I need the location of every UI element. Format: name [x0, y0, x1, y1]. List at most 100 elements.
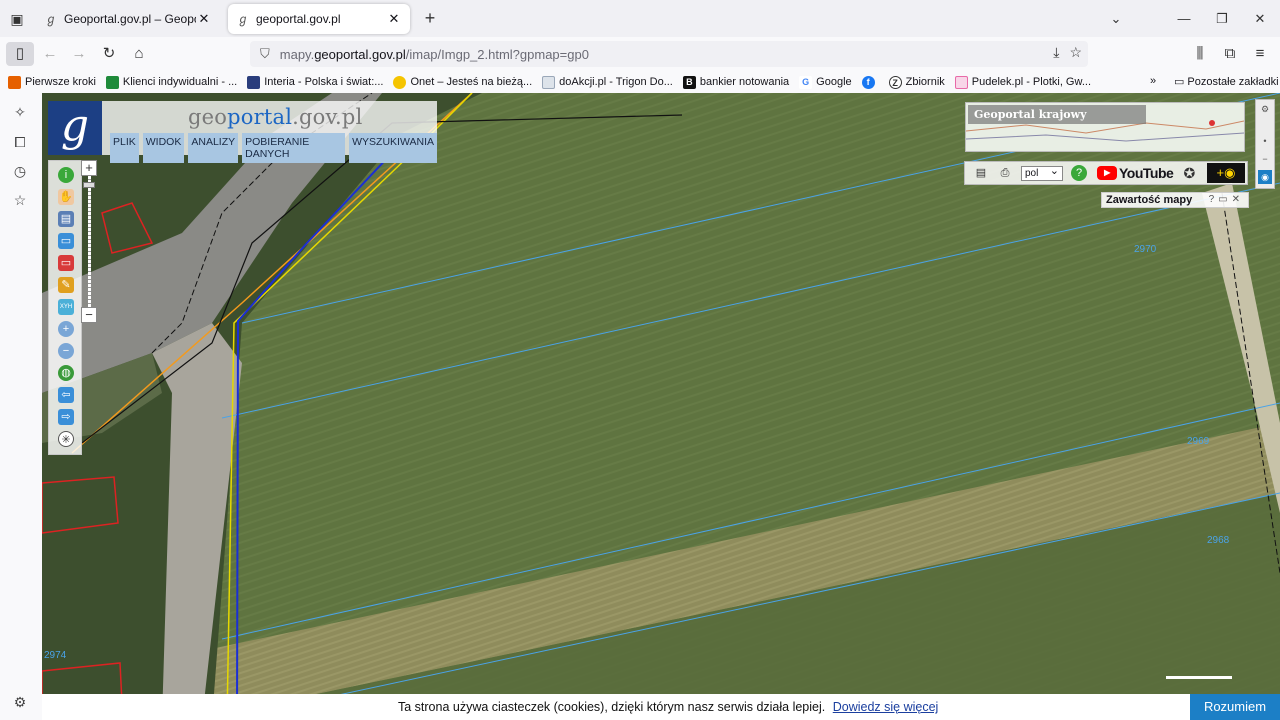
- sidebar-toggle-icon[interactable]: ▯: [6, 42, 34, 66]
- menu-widok[interactable]: WIDOK: [142, 133, 185, 163]
- dot-icon[interactable]: •: [1258, 134, 1272, 148]
- settings-icon[interactable]: ⚙: [1258, 102, 1272, 116]
- accessibility-icon[interactable]: ✪: [1181, 165, 1197, 181]
- bookmark-label: Klienci indywidualni - ...: [122, 76, 238, 88]
- panel-title: Zawartość mapy: [1106, 194, 1193, 206]
- tab-geoportal-map[interactable]: ℊ geoportal.gov.pl ✕: [228, 4, 410, 34]
- dash-icon[interactable]: −: [1258, 152, 1272, 166]
- globe-icon[interactable]: ◍: [58, 365, 74, 381]
- zoom-minus-button[interactable]: −: [81, 307, 97, 323]
- tab-geoportal-info[interactable]: ℊ Geoportal.gov.pl – Geoportal In ✕: [36, 4, 220, 34]
- forward-button[interactable]: →: [67, 42, 91, 66]
- bookmarks-icon[interactable]: ☆: [9, 189, 31, 211]
- overview-map[interactable]: Geoportal krajowy: [965, 102, 1245, 152]
- select-area-icon[interactable]: ▭: [58, 233, 74, 249]
- next-view-icon[interactable]: ⇨: [58, 409, 74, 425]
- bookmarks-toolbar: Pierwsze kroki Klienci indywidualni - ..…: [0, 71, 1280, 93]
- language-select[interactable]: pol: [1021, 165, 1063, 181]
- menu-plik[interactable]: PLIK: [110, 133, 139, 163]
- zoom-thumb[interactable]: [83, 182, 95, 188]
- zoom-slider[interactable]: + −: [81, 160, 99, 326]
- bookmark-label: bankier notowania: [699, 76, 790, 88]
- close-tab-icon[interactable]: ✕: [386, 11, 402, 27]
- bookmark-item[interactable]: doAkcji.pl - Trigon Do...: [542, 75, 673, 89]
- other-bookmarks-label: Pozostałe zakładki: [1187, 75, 1279, 88]
- map-viewport[interactable]: 2970 2969 2968 2974 g geoportal.gov.pl P…: [42, 93, 1280, 720]
- high-contrast-icon[interactable]: +◉: [1207, 163, 1245, 183]
- library-icon[interactable]: ⫼: [1188, 42, 1212, 66]
- bookmark-star-icon[interactable]: ☆: [1069, 44, 1082, 61]
- layers-list-icon[interactable]: ▤: [58, 211, 74, 227]
- history-icon[interactable]: ◷: [9, 160, 31, 182]
- more-bookmarks-icon[interactable]: »: [1150, 75, 1156, 87]
- download-page-icon[interactable]: ⤓: [1053, 44, 1059, 61]
- facebook-icon: f: [861, 75, 875, 89]
- cookie-learn-more-link[interactable]: Dowiedz się więcej: [833, 700, 939, 714]
- parcel-number-label: 2974: [44, 650, 67, 661]
- zoom-in-icon[interactable]: +: [58, 321, 74, 337]
- close-tab-icon[interactable]: ✕: [196, 11, 212, 27]
- zoom-out-icon[interactable]: −: [58, 343, 74, 359]
- panel-window-controls[interactable]: ?▭✕: [1209, 193, 1244, 207]
- map-contents-panel[interactable]: Zawartość mapy ?▭✕: [1101, 192, 1249, 208]
- bookmark-item[interactable]: Bbankier notowania: [682, 75, 790, 89]
- tab-list-icon[interactable]: ▣: [6, 8, 28, 30]
- pudelek-icon: [954, 75, 968, 89]
- menu-wyszukiwania[interactable]: WYSZUKIWANIA: [349, 133, 437, 163]
- other-bookmarks-folder[interactable]: ▭ Pozostałe zakładki: [1174, 75, 1279, 89]
- print-icon[interactable]: ⎙: [997, 165, 1013, 181]
- previous-view-icon[interactable]: ⇦: [58, 387, 74, 403]
- bookmark-item[interactable]: Pierwsze kroki: [8, 75, 96, 89]
- sidebar-settings-icon[interactable]: ⚙: [9, 691, 31, 713]
- bookmark-label: Pudelek.pl - Plotki, Gw...: [971, 76, 1091, 88]
- reload-button[interactable]: ↻: [97, 42, 121, 66]
- navigation-bar: ▯ ← → ↻ ⌂ ⛉ mapy. geoportal.gov.pl /imap…: [0, 37, 1280, 71]
- bookmark-label: Onet – Jesteś na bieżą...: [410, 76, 533, 88]
- zoom-plus-button[interactable]: +: [81, 160, 97, 176]
- url-path: /imap/Imgp_2.html?gpmap=gp0: [405, 46, 589, 62]
- cookie-message: Ta strona używa ciasteczek (cookies), dz…: [398, 700, 826, 714]
- pencil-icon[interactable]: ✎: [58, 277, 74, 293]
- maximize-button[interactable]: ❐: [1210, 8, 1234, 30]
- new-tab-button[interactable]: +: [418, 7, 442, 31]
- right-toolbar: ▤ ⎙ pol ? ▶ YouTube ✪ +◉: [964, 161, 1248, 185]
- tab-strip: ▣ ℊ Geoportal.gov.pl – Geoportal In ✕ ℊ …: [0, 0, 1280, 37]
- home-button[interactable]: ⌂: [127, 42, 151, 66]
- eye-view-icon[interactable]: ◉: [1258, 170, 1272, 184]
- zoom-track[interactable]: [88, 176, 91, 310]
- clear-selection-icon[interactable]: ▭: [58, 255, 74, 271]
- browser-sidebar: ✧ ⧠ ◷ ☆ ⚙: [0, 93, 42, 720]
- bookmark-item[interactable]: f: [861, 75, 879, 89]
- bookmark-item[interactable]: Klienci indywidualni - ...: [105, 75, 238, 89]
- menu-icon[interactable]: ≡: [1248, 42, 1272, 66]
- menu-analizy[interactable]: ANALIZY: [188, 133, 239, 163]
- title-part: geo: [188, 105, 228, 129]
- cookie-accept-button[interactable]: Rozumiem: [1190, 694, 1280, 720]
- synced-tabs-icon[interactable]: ⧠: [9, 131, 31, 153]
- info-icon[interactable]: i: [58, 167, 74, 183]
- ai-chatbot-icon[interactable]: ✧: [9, 101, 31, 123]
- bookmark-label: Google: [816, 76, 852, 88]
- extensions-icon[interactable]: ⧉: [1218, 42, 1242, 66]
- help-icon[interactable]: ?: [1071, 165, 1087, 181]
- bookmark-item[interactable]: Pudelek.pl - Plotki, Gw...: [954, 75, 1091, 89]
- minimize-button[interactable]: —: [1172, 8, 1196, 30]
- document-icon[interactable]: ▤: [973, 165, 989, 181]
- shield-icon: ⛉: [260, 46, 270, 61]
- cookie-text: Ta strona używa ciasteczek (cookies), dz…: [398, 700, 938, 714]
- close-window-button[interactable]: ✕: [1248, 8, 1272, 30]
- list-all-tabs-icon[interactable]: ⌄: [1104, 8, 1128, 30]
- bookmark-item[interactable]: Z Zbiornik: [888, 75, 945, 89]
- address-bar[interactable]: ⛉ mapy. geoportal.gov.pl /imap/Imgp_2.ht…: [250, 41, 1088, 67]
- youtube-link[interactable]: ▶ YouTube: [1097, 165, 1174, 181]
- xyh-coordinates-icon[interactable]: XYH: [58, 299, 74, 315]
- pan-hand-icon[interactable]: ✋: [58, 189, 74, 205]
- back-button[interactable]: ←: [38, 42, 62, 66]
- parcel-number-label: 2968: [1207, 535, 1230, 546]
- menu-pobieranie-danych[interactable]: POBIERANIE DANYCH: [242, 133, 346, 163]
- compass-icon[interactable]: ✳: [58, 431, 74, 447]
- bookmark-item[interactable]: Interia - Polska i świat:...: [247, 75, 383, 89]
- bookmark-item[interactable]: Onet – Jesteś na bieżą...: [393, 75, 533, 89]
- bookmark-item[interactable]: G Google: [799, 75, 852, 89]
- geoportal-logo[interactable]: g: [48, 101, 102, 155]
